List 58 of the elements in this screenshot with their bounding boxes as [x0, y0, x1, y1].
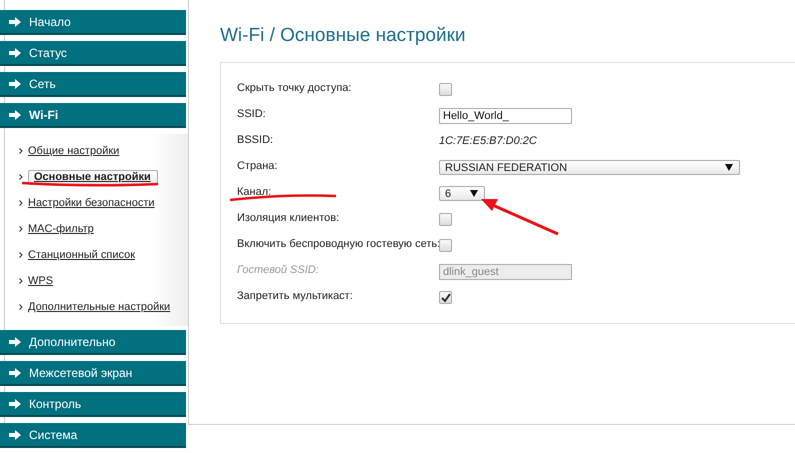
field-label: Страна: — [237, 160, 278, 172]
arrow-icon — [9, 48, 21, 58]
menu-label: Система — [29, 428, 78, 442]
caret-icon — [725, 164, 733, 171]
menu-label: Wi-Fi — [29, 108, 58, 122]
field-label: BSSID: — [237, 134, 274, 146]
input-field[interactable]: Hello_World_ — [439, 108, 572, 124]
arrow-icon — [9, 430, 21, 440]
checkbox[interactable] — [439, 213, 452, 226]
caret-icon — [470, 190, 478, 197]
menu-item[interactable]: Сеть — [0, 72, 186, 97]
menu-item[interactable]: Wi-Fi — [0, 103, 186, 128]
field-value: 1C:7E:E5:B7:D0:2C — [439, 134, 537, 146]
bullet-icon — [19, 304, 23, 310]
arrow-icon — [9, 336, 21, 346]
field-label: Гостевой SSID: — [237, 264, 320, 276]
menu-label: Начало — [29, 14, 71, 28]
submenu-link[interactable]: Настройки безопасности — [28, 197, 155, 209]
bullet-icon — [19, 252, 23, 258]
page-title: Wi-Fi / Основные настройки — [220, 25, 467, 47]
field-label: Запретить мультикаст: — [237, 290, 354, 302]
field-label: Канал: — [237, 186, 272, 198]
submenu-link[interactable]: WPS — [28, 275, 54, 287]
arrow-icon — [9, 110, 21, 120]
bullet-icon — [19, 200, 23, 206]
menu-label: Дополнительно — [29, 334, 116, 348]
bullet-icon — [19, 148, 23, 154]
menu-label: Межсетевой экран — [29, 366, 132, 380]
submenu-link[interactable]: Дополнительные настройки — [28, 301, 170, 313]
checkbox[interactable] — [439, 239, 452, 252]
menu-item[interactable]: Контроль — [0, 392, 186, 417]
checkbox[interactable] — [439, 83, 452, 96]
submenu-link[interactable]: Общие настройки — [28, 145, 120, 157]
field-label: Скрыть точку доступа: — [237, 82, 352, 94]
submenu-link[interactable]: MAC-фильтр — [28, 223, 94, 235]
dropdown[interactable]: 6 — [439, 186, 485, 201]
bullet-icon — [19, 278, 23, 284]
menu-item[interactable]: Система — [0, 423, 186, 448]
submenu-link[interactable]: Основные настройки — [28, 170, 158, 184]
bullet-icon — [19, 174, 23, 180]
menu-item[interactable]: Начало — [0, 10, 186, 35]
field-label: Изоляция клиентов: — [237, 212, 340, 224]
checkbox[interactable] — [439, 291, 452, 304]
menu-item[interactable]: Межсетевой экран — [0, 361, 186, 386]
bullet-icon — [19, 226, 23, 232]
menu-item[interactable]: Дополнительно — [0, 330, 186, 355]
arrow-icon — [9, 368, 21, 378]
arrow-icon — [9, 16, 21, 26]
menu-label: Сеть — [29, 76, 56, 90]
field-label: Включить беспроводную гостевую сеть: — [237, 238, 439, 250]
field-label: SSID: — [237, 108, 267, 120]
arrow-icon — [9, 398, 21, 408]
menu-item[interactable]: Статус — [0, 41, 186, 66]
menu-label: Статус — [29, 46, 67, 60]
arrow-icon — [9, 78, 21, 88]
dropdown[interactable]: RUSSIAN FEDERATION — [439, 160, 740, 175]
menu-label: Контроль — [29, 396, 82, 410]
submenu-link[interactable]: Станционный список — [28, 249, 136, 261]
